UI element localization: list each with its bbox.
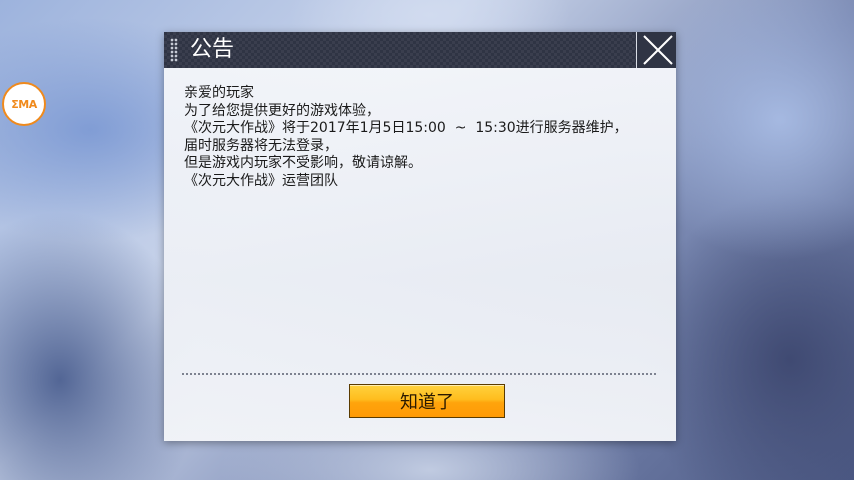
dialog-title-bar: 公告 — [164, 32, 676, 68]
dotted-divider — [182, 373, 656, 375]
grip-dots-icon — [170, 38, 178, 62]
body-line: 为了给您提供更好的游戏体验， — [184, 102, 380, 119]
close-button[interactable] — [636, 32, 676, 68]
signature-line: 《次元大作战》运营团队 — [184, 172, 338, 189]
dialog-title: 公告 — [190, 37, 235, 62]
announcement-dialog: 公告 亲爱的玩家 为了给您提供更好的游戏体验， 《次元大作战》将于2017年1月… — [164, 32, 676, 441]
body-line: 届时服务器将无法登录， — [184, 137, 338, 154]
logo-text: ΣMA — [11, 97, 37, 111]
greeting-line: 亲爱的玩家 — [184, 85, 254, 101]
announcement-body: 亲爱的玩家 为了给您提供更好的游戏体验， 《次元大作战》将于2017年1月5日1… — [184, 85, 664, 190]
game-background: ΣMA 公告 亲爱的玩家 为了给您提供更好的游戏体验， 《次元大作战》将于201… — [0, 0, 854, 480]
body-line: 但是游戏内玩家不受影响，敬请谅解。 — [184, 155, 422, 171]
body-line: 《次元大作战》将于2017年1月5日15:00 ~ 15:30进行服务器维护， — [184, 120, 628, 136]
confirm-button-label: 知道了 — [400, 392, 454, 413]
close-x-icon — [643, 35, 673, 65]
app-logo: ΣMA — [2, 82, 46, 126]
confirm-button[interactable]: 知道了 — [349, 384, 505, 418]
